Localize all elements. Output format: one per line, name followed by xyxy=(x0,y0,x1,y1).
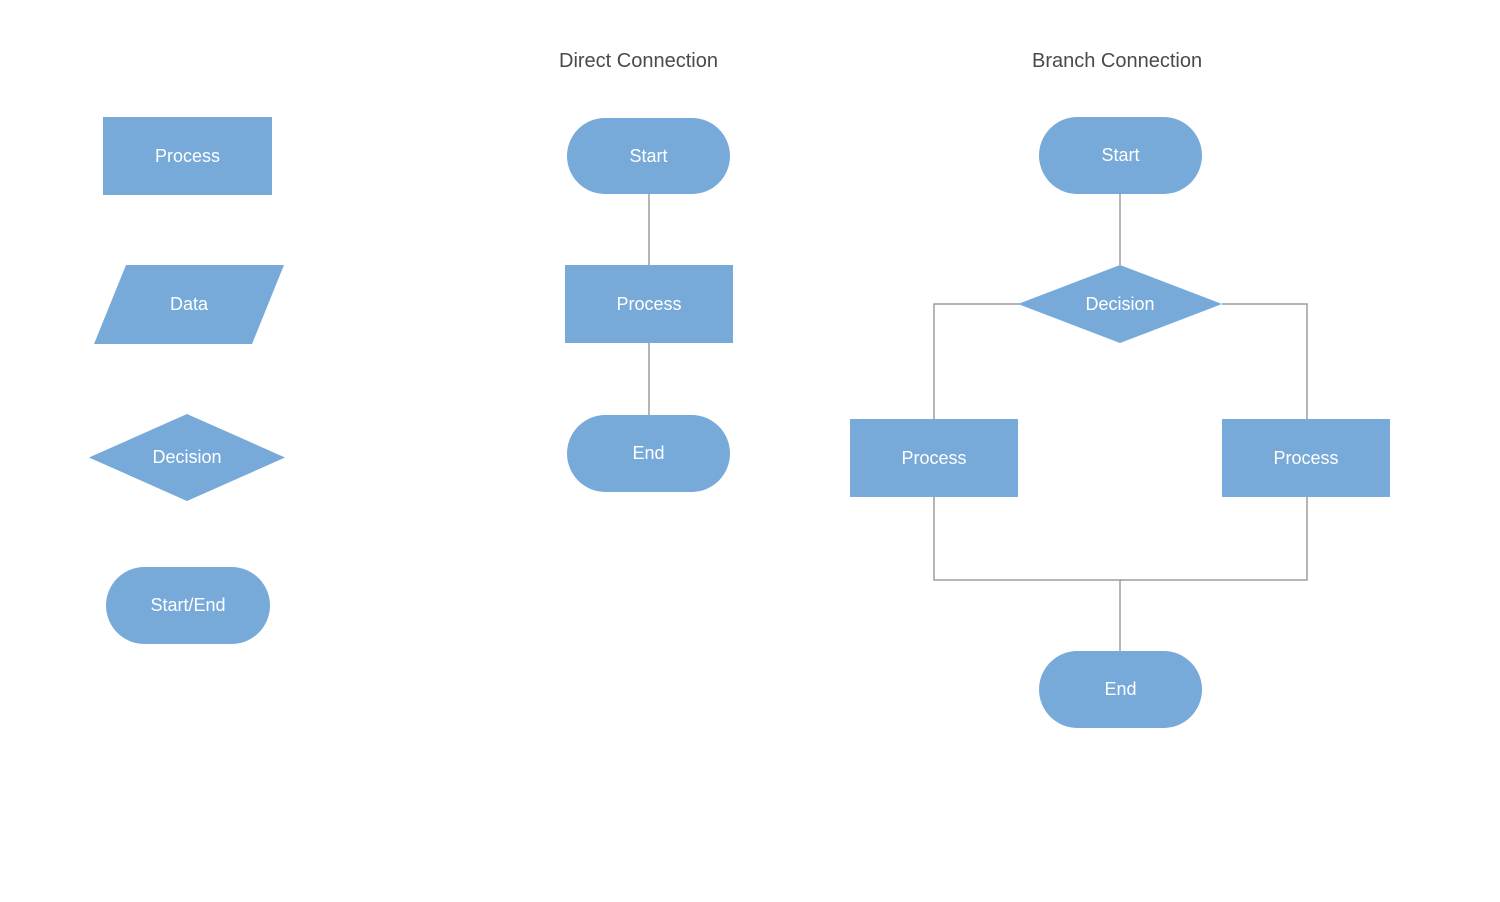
direct-start: Start xyxy=(567,118,730,194)
branch-decision-label: Decision xyxy=(1018,294,1222,315)
legend-decision-label: Decision xyxy=(89,447,285,468)
direct-conn-process-end xyxy=(648,343,650,415)
branch-start-label: Start xyxy=(1039,145,1202,166)
direct-end-label: End xyxy=(567,443,730,464)
title-direct: Direct Connection xyxy=(559,50,718,73)
branch-process-left-label: Process xyxy=(850,448,1018,469)
branch-conn-left-merge xyxy=(934,497,1122,582)
legend-terminator-label: Start/End xyxy=(106,595,270,616)
branch-process-left: Process xyxy=(850,419,1018,497)
branch-decision: Decision xyxy=(1018,265,1222,343)
legend-process-label: Process xyxy=(103,146,272,167)
branch-end: End xyxy=(1039,651,1202,728)
branch-conn-right-merge xyxy=(1120,497,1307,582)
branch-conn-start-decision xyxy=(1119,194,1121,265)
title-branch: Branch Connection xyxy=(1032,50,1202,73)
branch-process-right-label: Process xyxy=(1222,448,1390,469)
direct-process-label: Process xyxy=(565,294,733,315)
branch-process-right: Process xyxy=(1222,419,1390,497)
branch-conn-decision-right xyxy=(1222,304,1307,419)
direct-process: Process xyxy=(565,265,733,343)
legend-decision: Decision xyxy=(89,414,285,501)
legend-data-label: Data xyxy=(94,294,284,315)
legend-data: Data xyxy=(94,265,284,344)
branch-end-label: End xyxy=(1039,679,1202,700)
branch-conn-decision-left xyxy=(934,304,1020,419)
legend-process: Process xyxy=(103,117,272,195)
direct-start-label: Start xyxy=(567,146,730,167)
legend-terminator: Start/End xyxy=(106,567,270,644)
branch-conn-merge-end xyxy=(1119,580,1121,651)
direct-end: End xyxy=(567,415,730,492)
direct-conn-start-process xyxy=(648,194,650,265)
branch-start: Start xyxy=(1039,117,1202,194)
